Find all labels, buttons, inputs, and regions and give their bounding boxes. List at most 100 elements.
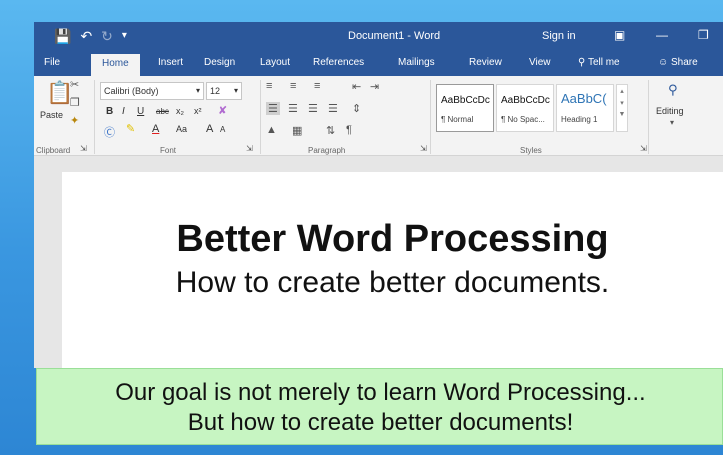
lightbulb-icon: ⚲ <box>578 57 586 68</box>
chevron-down-icon: ▾ <box>670 118 675 127</box>
dialog-launcher-icon[interactable]: ⇲ <box>420 144 427 153</box>
font-size-select[interactable]: 12 ▾ <box>206 82 242 100</box>
title-bar: 💾 ↶ ↻ ▾ Document1 - Word Sign in ▣ — ❐ <box>34 22 723 52</box>
window-title: Document1 - Word <box>348 30 441 42</box>
style-name: Heading 1 <box>561 115 598 124</box>
font-size-value: 12 <box>210 86 221 96</box>
font-color-button[interactable]: A <box>152 123 159 135</box>
document-page[interactable]: Better Word Processing How to create bet… <box>62 172 723 368</box>
style-normal[interactable]: AaBbCcDc ¶ Normal <box>436 84 494 132</box>
share-button[interactable]: ☺ Share <box>658 57 698 68</box>
strikethrough-button[interactable]: abc <box>156 107 169 116</box>
tab-design[interactable]: Design <box>204 57 235 68</box>
ribbon: 📋 Paste ✂ ❐ ✦ Clipboard ⇲ Calibri (Body)… <box>34 76 723 156</box>
group-divider <box>94 80 95 154</box>
search-icon[interactable]: ⚲ <box>668 82 678 98</box>
document-area: Better Word Processing How to create bet… <box>34 156 723 368</box>
subscript-button[interactable]: x₂ <box>176 106 184 116</box>
tab-review[interactable]: Review <box>469 57 502 68</box>
caption-banner: Our goal is not merely to learn Word Pro… <box>36 368 723 445</box>
pilcrow-icon[interactable]: ¶ <box>346 124 352 136</box>
document-title: Better Word Processing <box>176 218 609 260</box>
bold-button[interactable]: B <box>106 106 113 117</box>
person-icon: ☺ <box>658 57 669 68</box>
style-preview: AaBbCcDc <box>441 95 490 106</box>
group-divider <box>260 80 261 154</box>
font-group-label: Font <box>160 146 177 155</box>
grow-font-button[interactable]: A <box>206 123 213 135</box>
superscript-button[interactable]: x² <box>194 106 202 116</box>
save-icon[interactable]: 💾 <box>54 28 71 44</box>
tab-file[interactable]: File <box>44 57 60 68</box>
caption-line-2: But how to create better documents! <box>187 409 574 436</box>
tell-me-box[interactable]: ⚲ Tell me <box>578 57 620 68</box>
tab-mailings[interactable]: Mailings <box>398 57 435 68</box>
tab-view[interactable]: View <box>529 57 551 68</box>
dialog-launcher-icon[interactable]: ⇲ <box>246 144 253 153</box>
decrease-indent-icon[interactable]: ⇤ <box>352 80 361 93</box>
tab-insert[interactable]: Insert <box>158 57 183 68</box>
undo-icon[interactable]: ↶ <box>80 28 92 44</box>
font-name-select[interactable]: Calibri (Body) ▾ <box>100 82 204 100</box>
align-left-icon[interactable]: ☰ <box>266 102 280 115</box>
share-label: Share <box>671 57 698 68</box>
shading-icon[interactable]: ▲ <box>266 124 277 136</box>
caption-line-1: Our goal is not merely to learn Word Pro… <box>115 379 646 406</box>
paste-button[interactable]: Paste <box>40 110 63 120</box>
style-preview: AaBbC( <box>561 91 607 106</box>
clear-formatting-icon[interactable]: ✘ <box>218 104 227 117</box>
text-effects-icon[interactable]: Ⓒ <box>104 124 115 140</box>
underline-button[interactable]: U <box>137 106 144 117</box>
numbering-icon[interactable]: ≡ <box>290 80 296 92</box>
styles-scroll[interactable]: ▴ ▾ ▼ <box>616 84 628 132</box>
tab-home[interactable]: Home <box>91 54 140 76</box>
cut-icon[interactable]: ✂ <box>70 78 79 91</box>
tab-references[interactable]: References <box>313 57 364 68</box>
dialog-launcher-icon[interactable]: ⇲ <box>80 144 87 153</box>
word-window: 💾 ↶ ↻ ▾ Document1 - Word Sign in ▣ — ❐ F… <box>34 22 723 368</box>
align-right-icon[interactable]: ☰ <box>308 102 318 115</box>
bullets-icon[interactable]: ≡ <box>266 80 272 92</box>
dialog-launcher-icon[interactable]: ⇲ <box>640 144 647 153</box>
sort-icon[interactable]: ⇅ <box>326 124 335 137</box>
align-center-icon[interactable]: ☰ <box>288 102 298 115</box>
highlighter-icon[interactable]: ✎ <box>126 122 135 135</box>
clipboard-group-label: Clipboard <box>36 146 71 155</box>
style-name: ¶ Normal <box>441 115 474 124</box>
restore-icon[interactable]: ❐ <box>698 28 709 42</box>
tab-layout[interactable]: Layout <box>260 57 290 68</box>
ribbon-tabs: File Home Insert Design Layout Reference… <box>34 52 723 76</box>
shrink-font-button[interactable]: A <box>220 125 225 134</box>
document-subtitle: How to create better documents. <box>175 266 610 299</box>
group-divider <box>430 80 431 154</box>
tell-me-label: Tell me <box>587 57 620 68</box>
editing-button[interactable]: Editing <box>656 106 684 116</box>
style-no-spacing[interactable]: AaBbCcDc ¶ No Spac... <box>496 84 554 132</box>
copy-icon[interactable]: ❐ <box>70 96 80 109</box>
customize-qat-icon[interactable]: ▾ <box>122 28 127 44</box>
chevron-down-icon[interactable]: ▾ <box>617 99 627 107</box>
quick-access-toolbar: 💾 ↶ ↻ ▾ <box>54 28 127 44</box>
italic-button[interactable]: I <box>122 106 125 117</box>
styles-group-label: Styles <box>520 146 542 155</box>
chevron-down-icon: ▾ <box>233 86 238 95</box>
chevron-down-icon: ▾ <box>195 86 200 95</box>
group-divider <box>648 80 649 154</box>
paragraph-group-label: Paragraph <box>308 146 346 155</box>
sign-in-link[interactable]: Sign in <box>542 30 576 42</box>
format-painter-icon[interactable]: ✦ <box>70 114 79 127</box>
justify-icon[interactable]: ☰ <box>328 102 338 115</box>
increase-indent-icon[interactable]: ⇥ <box>370 80 379 93</box>
borders-icon[interactable]: ▦ <box>292 124 302 137</box>
change-case-button[interactable]: Aa <box>176 124 187 134</box>
style-heading-1[interactable]: AaBbC( Heading 1 <box>556 84 614 132</box>
more-styles-icon[interactable]: ▼ <box>617 111 627 118</box>
ribbon-display-icon[interactable]: ▣ <box>614 28 625 42</box>
font-name-value: Calibri (Body) <box>104 86 159 96</box>
redo-icon[interactable]: ↻ <box>101 28 113 44</box>
style-name: ¶ No Spac... <box>501 115 545 124</box>
multilevel-list-icon[interactable]: ≡ <box>314 80 320 92</box>
minimize-icon[interactable]: — <box>656 28 668 42</box>
line-spacing-icon[interactable]: ⇕ <box>352 102 361 115</box>
chevron-up-icon[interactable]: ▴ <box>617 87 627 95</box>
